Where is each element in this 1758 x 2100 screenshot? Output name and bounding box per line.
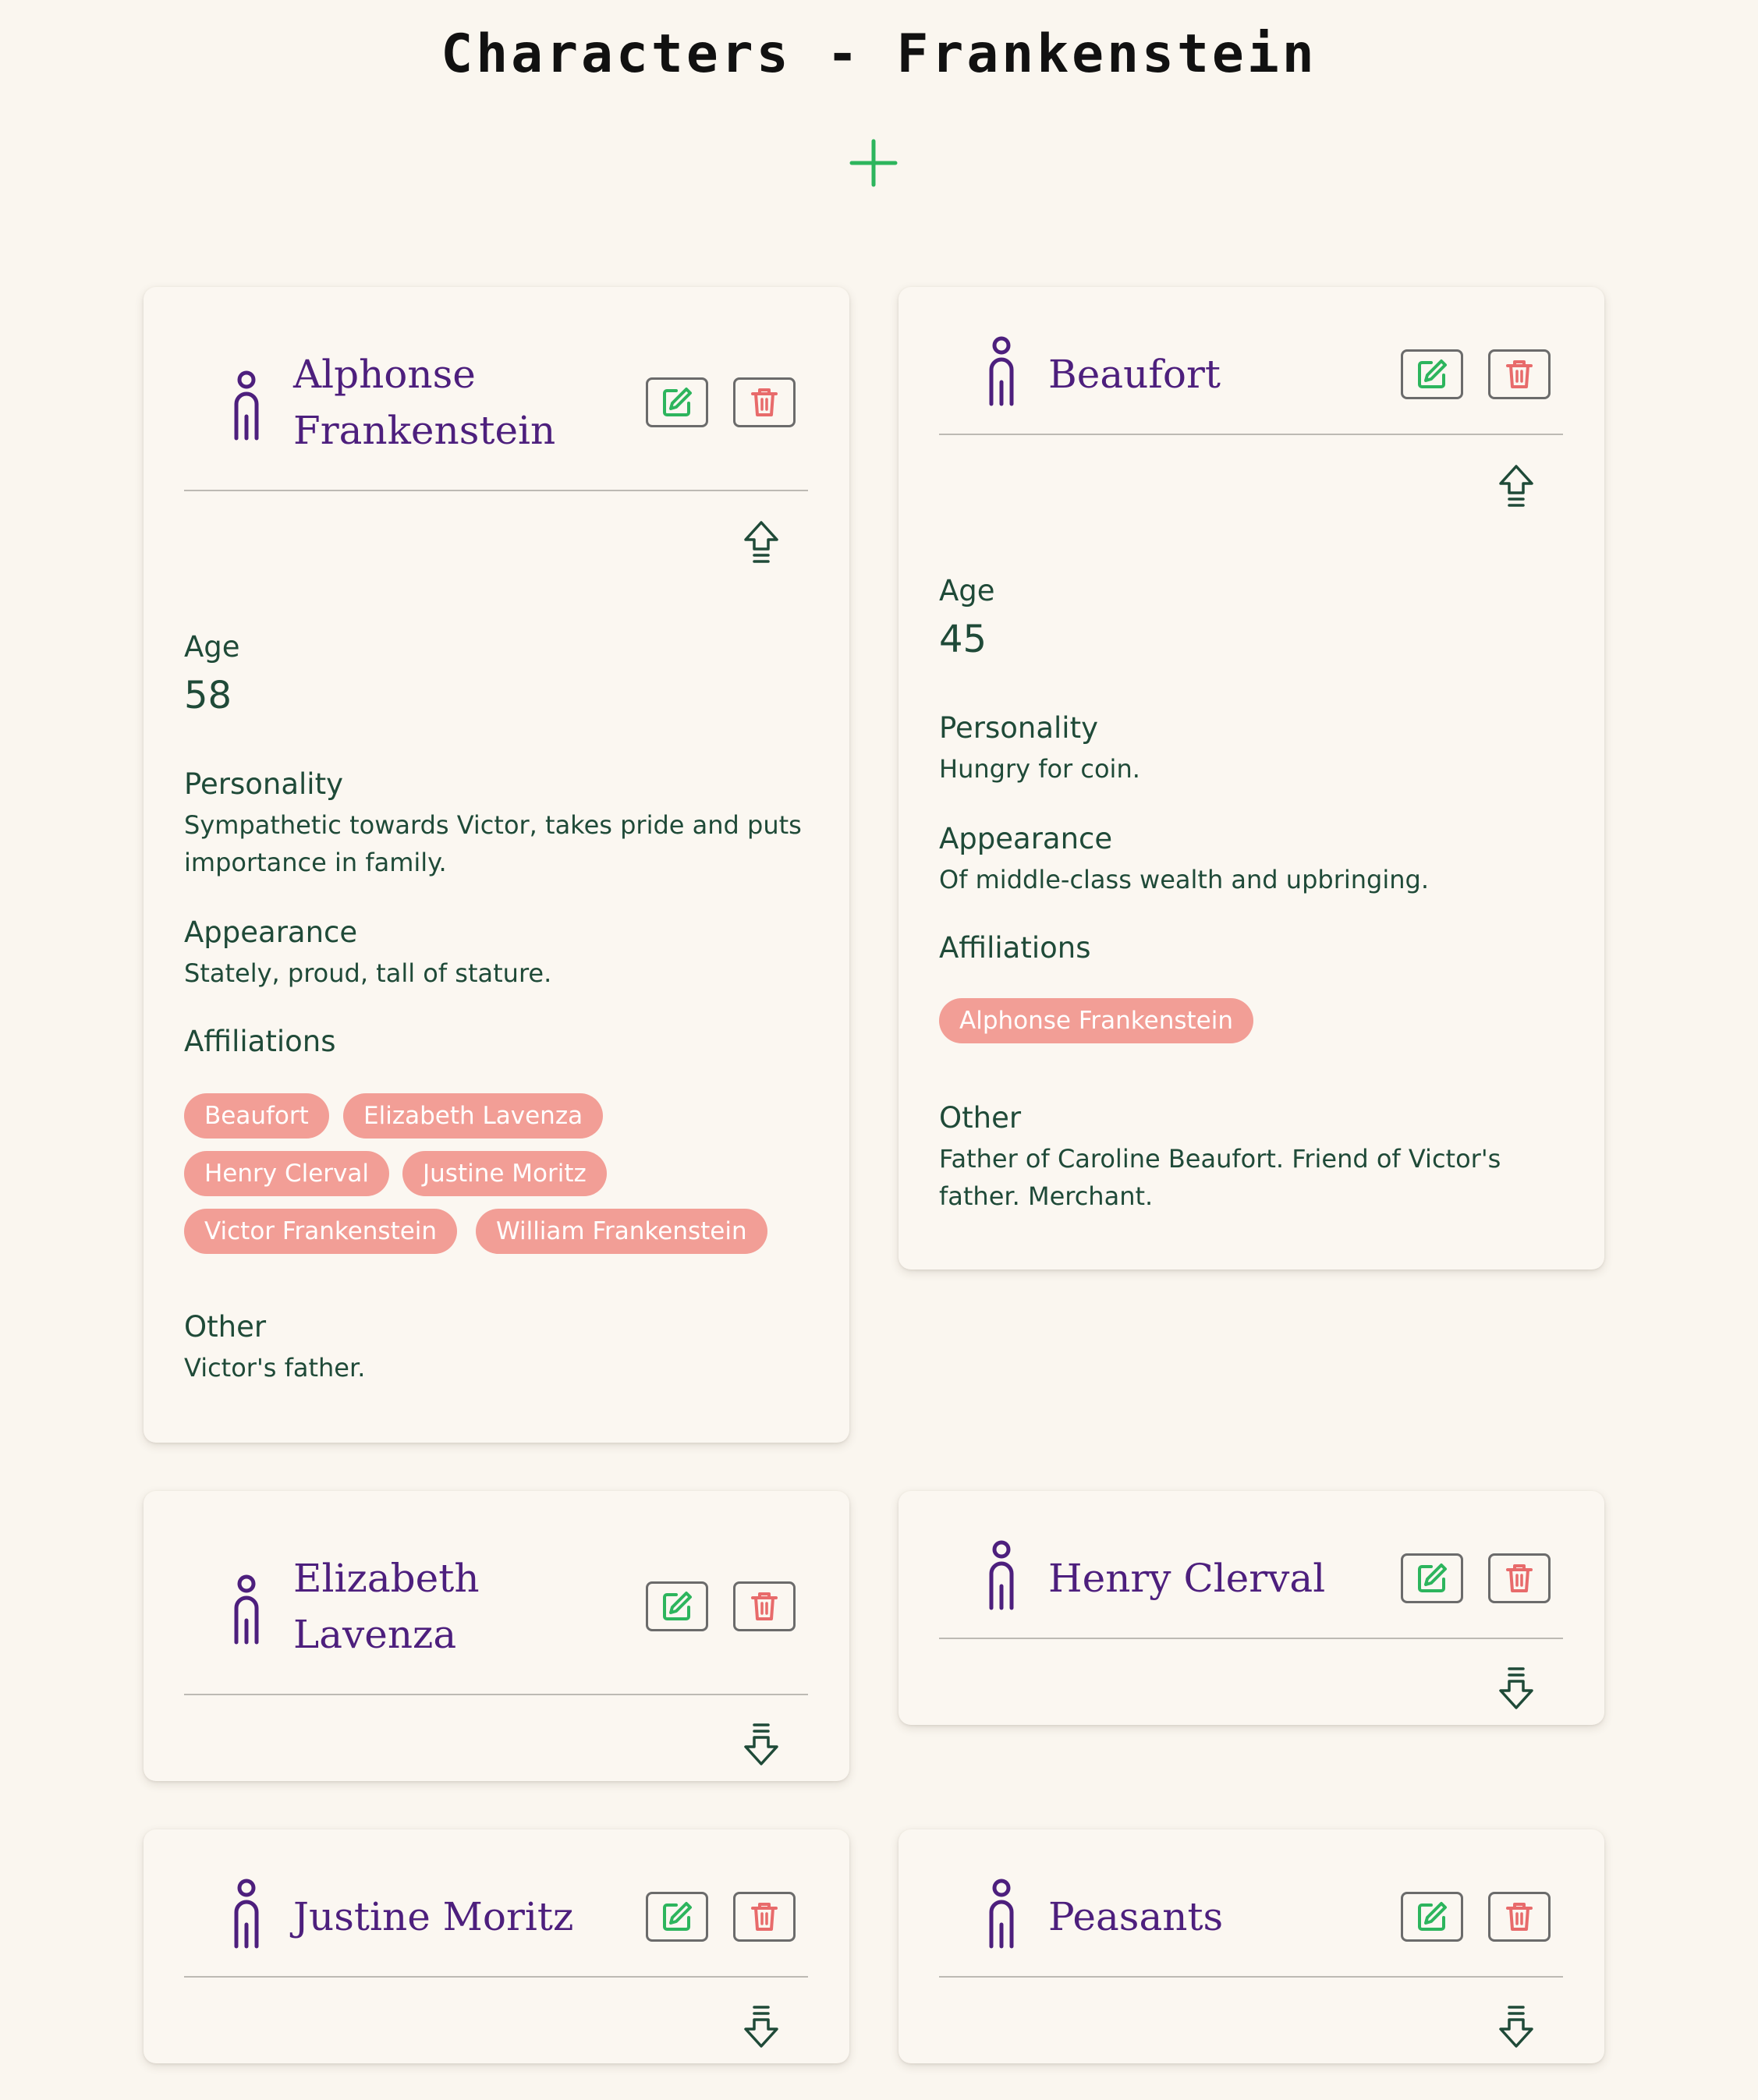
character-name: Beaufort <box>1048 352 1221 397</box>
affiliation-tag[interactable]: Beaufort <box>184 1093 329 1139</box>
affiliations-label: Affiliations <box>184 1025 336 1058</box>
card-divider <box>939 434 1563 435</box>
edit-button[interactable] <box>646 377 708 427</box>
character-name: Henry Clerval <box>1048 1556 1326 1601</box>
other-text: Father of Caroline Beaufort. Friend of V… <box>939 1140 1563 1215</box>
age-label: Age <box>939 574 995 607</box>
other-label: Other <box>939 1101 1022 1135</box>
affiliation-tag[interactable]: Elizabeth Lavenza <box>343 1093 604 1139</box>
person-icon <box>234 370 259 441</box>
card-divider <box>939 1638 1563 1639</box>
character-name: Justine Moritz <box>293 1894 574 1939</box>
age-label: Age <box>184 630 240 664</box>
age-value: 58 <box>184 674 232 717</box>
appearance-label: Appearance <box>184 915 358 949</box>
person-icon <box>234 1879 259 1949</box>
arrow-down-icon <box>1499 1667 1533 1709</box>
person-icon <box>989 336 1014 406</box>
age-value: 45 <box>939 618 987 661</box>
appearance-label: Appearance <box>939 822 1113 855</box>
character-name: Alphonse Frankenstein <box>293 346 621 459</box>
delete-button[interactable] <box>1488 349 1551 399</box>
personality-line: importance in family. <box>184 848 447 877</box>
arrow-up-icon <box>744 521 778 563</box>
character-name-line: Lavenza <box>293 1612 457 1657</box>
expand-button[interactable] <box>1491 2001 1541 2051</box>
collapse-button[interactable] <box>1491 462 1541 512</box>
pencil-square-icon <box>1418 1902 1447 1931</box>
character-card: Henry Clerval <box>898 1491 1604 1725</box>
personality-text: Sympathetic towards Victor, takes pride … <box>184 806 808 881</box>
delete-button[interactable] <box>733 377 796 427</box>
affiliations-label: Affiliations <box>939 931 1091 965</box>
edit-button[interactable] <box>646 1581 708 1631</box>
edit-button[interactable] <box>1401 1553 1463 1603</box>
affiliation-tag[interactable]: Victor Frankenstein <box>184 1209 458 1254</box>
character-name-line: Alphonse <box>293 352 476 397</box>
pencil-square-icon <box>663 1592 692 1620</box>
character-name-line: Elizabeth <box>293 1556 480 1601</box>
person-icon <box>234 1574 259 1645</box>
other-text: Victor's father. <box>184 1353 366 1383</box>
card-divider <box>184 1694 808 1695</box>
card-divider <box>939 1976 1563 1978</box>
appearance-text: Of middle-class wealth and upbringing. <box>939 865 1429 894</box>
trash-icon <box>1506 1903 1533 1931</box>
appearance-text: Stately, proud, tall of stature. <box>184 958 552 988</box>
personality-label: Personality <box>939 711 1098 745</box>
edit-button[interactable] <box>1401 1892 1463 1942</box>
personality-line: Sympathetic towards Victor, takes pride … <box>184 810 802 840</box>
affiliation-tag[interactable]: William Frankenstein <box>476 1209 767 1254</box>
expand-button[interactable] <box>1491 1663 1541 1712</box>
pencil-square-icon <box>1418 359 1447 388</box>
card-divider <box>184 1976 808 1978</box>
delete-button[interactable] <box>733 1892 796 1942</box>
page-title: Characters - Frankenstein <box>441 23 1317 85</box>
pencil-square-icon <box>663 388 692 416</box>
delete-button[interactable] <box>1488 1892 1551 1942</box>
delete-button[interactable] <box>1488 1553 1551 1603</box>
trash-icon <box>1506 1564 1533 1592</box>
trash-icon <box>1506 360 1533 388</box>
character-name-line: Frankenstein <box>293 408 556 453</box>
add-character-button[interactable] <box>849 139 898 187</box>
expand-button[interactable] <box>736 2001 786 2051</box>
character-card: Alphonse Frankenstein Age 58 Personality… <box>144 287 849 1443</box>
affiliation-tag[interactable]: Alphonse Frankenstein <box>939 998 1254 1043</box>
character-name: Elizabeth Lavenza <box>293 1550 621 1663</box>
affiliation-tag[interactable]: Justine Moritz <box>402 1151 607 1196</box>
card-divider <box>184 490 808 491</box>
pencil-square-icon <box>1418 1563 1447 1592</box>
character-card: Elizabeth Lavenza <box>144 1491 849 1781</box>
personality-text: Hungry for coin. <box>939 754 1140 784</box>
edit-button[interactable] <box>646 1892 708 1942</box>
trash-icon <box>751 1903 778 1931</box>
trash-icon <box>751 1592 778 1620</box>
pencil-square-icon <box>663 1902 692 1931</box>
other-line: Father of Caroline Beaufort. Friend of V… <box>939 1144 1501 1174</box>
arrow-down-icon <box>744 1723 778 1765</box>
affiliation-tag[interactable]: Henry Clerval <box>184 1151 390 1196</box>
expand-button[interactable] <box>736 1719 786 1769</box>
collapse-button[interactable] <box>736 518 786 568</box>
other-line: father. Merchant. <box>939 1181 1154 1211</box>
delete-button[interactable] <box>733 1581 796 1631</box>
plus-icon <box>849 139 898 187</box>
arrow-down-icon <box>1499 2006 1533 2048</box>
other-label: Other <box>184 1310 267 1344</box>
trash-icon <box>751 388 778 416</box>
character-card: Peasants <box>898 1829 1604 2063</box>
arrow-up-icon <box>1499 465 1533 507</box>
character-name: Peasants <box>1048 1894 1224 1939</box>
personality-label: Personality <box>184 767 343 801</box>
arrow-down-icon <box>744 2006 778 2048</box>
character-card: Justine Moritz <box>144 1829 849 2063</box>
edit-button[interactable] <box>1401 349 1463 399</box>
person-icon <box>989 1540 1014 1610</box>
person-icon <box>989 1879 1014 1949</box>
character-card: Beaufort Age 45 Personality Hungry for c… <box>898 287 1604 1270</box>
